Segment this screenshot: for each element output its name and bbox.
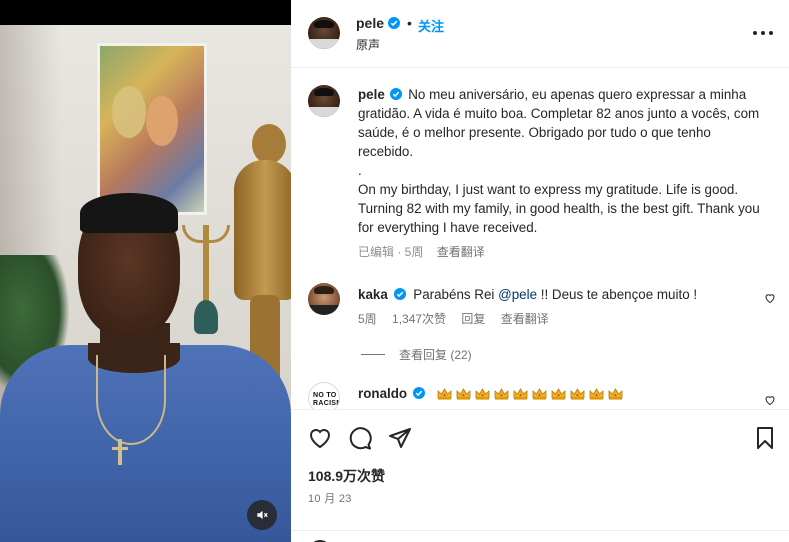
comment-username[interactable]: kaka	[358, 287, 388, 302]
more-horizontal-icon[interactable]	[751, 27, 775, 39]
crown-icon	[532, 388, 546, 400]
author-username[interactable]: pele	[356, 15, 384, 31]
caption-username[interactable]: pele	[358, 87, 385, 102]
bookmark-icon[interactable]	[753, 426, 777, 450]
avatar-logo-text: NO TO RACISM	[313, 392, 340, 407]
verified-badge-icon	[412, 387, 425, 399]
video-speaker	[0, 193, 291, 542]
verified-badge-icon	[393, 288, 406, 300]
comment-body-start: Parabéns Rei	[413, 287, 499, 302]
crown-icon	[589, 388, 603, 400]
post-header: pele • 关注 原声	[291, 0, 789, 68]
comment-likes[interactable]: 1,347次赞	[392, 312, 446, 326]
author-avatar[interactable]	[308, 17, 340, 49]
comments-section[interactable]: pele No meu aniversário, eu apenas quero…	[291, 69, 789, 409]
header-separator: •	[407, 15, 412, 31]
comment-see-translation[interactable]: 查看翻译	[501, 312, 549, 326]
crown-icon	[570, 388, 584, 400]
crown-icon	[608, 388, 622, 400]
speaker-muted-icon	[257, 510, 268, 520]
caption-text: No meu aniversário, eu apenas quero expr…	[358, 87, 760, 235]
mute-button[interactable]	[247, 500, 277, 530]
follow-button[interactable]: 关注	[418, 16, 444, 35]
add-comment-bar[interactable]	[291, 530, 789, 542]
heart-icon[interactable]	[308, 426, 332, 450]
comment-mention[interactable]: @pele	[498, 287, 537, 302]
crown-icon	[494, 388, 508, 400]
caption-edited-time: 已编辑 · 5周	[358, 245, 424, 259]
view-replies-label: 查看回复 (22)	[399, 348, 472, 362]
video-frame	[0, 25, 291, 542]
crown-icon	[437, 388, 451, 400]
post-date: 10 月 23	[308, 493, 352, 505]
comment-time: 5周	[358, 312, 377, 326]
view-replies-button[interactable]: 查看回复 (22)	[361, 346, 472, 363]
caption-see-translation[interactable]: 查看翻译	[437, 245, 485, 259]
caption-author-avatar[interactable]	[308, 85, 340, 117]
audio-label[interactable]: 原声	[356, 36, 380, 53]
commenter-avatar[interactable]: NO TO RACISM	[308, 382, 340, 409]
crown-icon	[456, 388, 470, 400]
post-panel: pele • 关注 原声 pele No meu aniversário, eu…	[291, 0, 789, 542]
comment-reply-button[interactable]: 回复	[461, 312, 485, 326]
reply-divider-line	[361, 354, 385, 355]
verified-badge-icon	[388, 17, 400, 29]
crown-icon	[551, 388, 565, 400]
comment-meta: 5周 1,347次赞 回复 查看翻译	[358, 310, 561, 327]
comment-text: kaka Parabéns Rei @pele !! Deus te abenç…	[358, 285, 748, 304]
verified-badge-icon	[389, 88, 402, 100]
paper-plane-icon[interactable]	[388, 426, 412, 450]
crown-icon	[513, 388, 527, 400]
commenter-avatar[interactable]	[308, 283, 340, 315]
comment-username[interactable]: ronaldo	[358, 386, 407, 401]
crown-emoji-row	[437, 384, 627, 403]
post-actions: 108.9万次赞 10 月 23	[291, 409, 789, 542]
likes-count[interactable]: 108.9万次赞	[308, 466, 385, 486]
comment-like-icon[interactable]	[764, 292, 776, 304]
video-top-bar	[0, 0, 291, 25]
post-caption: pele No meu aniversário, eu apenas quero…	[358, 85, 768, 237]
caption-meta: 已编辑 · 5周 查看翻译	[358, 243, 485, 260]
comment-text: ronaldo	[358, 384, 748, 403]
wall-painting	[97, 43, 207, 215]
comment-bubble-icon[interactable]	[348, 426, 372, 450]
crown-icon	[475, 388, 489, 400]
comment-like-icon[interactable]	[764, 394, 776, 406]
post-video[interactable]	[0, 0, 291, 542]
comment-body-end: !! Deus te abençoe muito !	[537, 287, 698, 302]
